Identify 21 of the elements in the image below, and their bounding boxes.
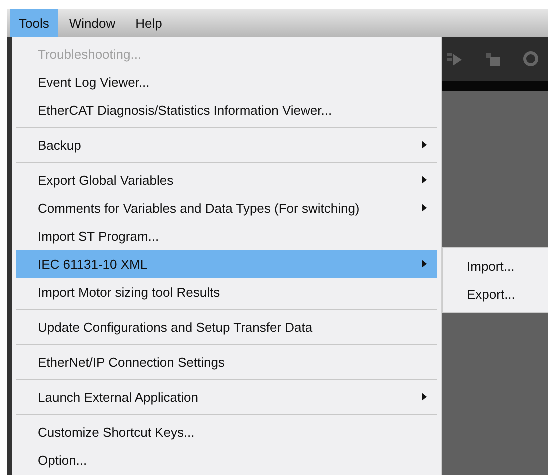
menu-item[interactable]: Export Global Variables xyxy=(16,166,437,194)
menu-bar-item[interactable]: Window xyxy=(60,9,125,37)
menu-bar-item[interactable]: Tools xyxy=(10,9,58,37)
menu-item[interactable]: IEC 61131-10 XML xyxy=(16,250,437,278)
menu-item[interactable]: Option... xyxy=(16,446,437,474)
menu-item[interactable]: EtherNet/IP Connection Settings xyxy=(16,348,437,376)
menu-item[interactable]: Comments for Variables and Data Types (For switching) xyxy=(16,194,437,222)
menu-bar-item[interactable]: Help xyxy=(126,9,172,37)
menu-item[interactable]: Import Motor sizing tool Results xyxy=(16,278,437,306)
menu-item[interactable]: EtherCAT Diagnosis/Statistics Information Viewer... xyxy=(16,96,437,124)
menu-item[interactable]: Update Configurations and Setup Transfer Data xyxy=(16,313,437,341)
menu-item[interactable]: Backup xyxy=(16,131,437,159)
menu-item[interactable]: Import... xyxy=(443,252,548,280)
menu-item[interactable]: Event Log Viewer... xyxy=(16,68,437,96)
stack-icon[interactable] xyxy=(484,50,502,68)
menu-item[interactable]: Export... xyxy=(443,280,548,308)
menu-item[interactable]: Import ST Program... xyxy=(16,222,437,250)
run-icon[interactable] xyxy=(446,50,464,68)
menu-item[interactable]: Customize Shortcut Keys... xyxy=(16,418,437,446)
refresh-icon[interactable] xyxy=(522,50,540,68)
menu-item[interactable]: Launch External Application xyxy=(16,383,437,411)
